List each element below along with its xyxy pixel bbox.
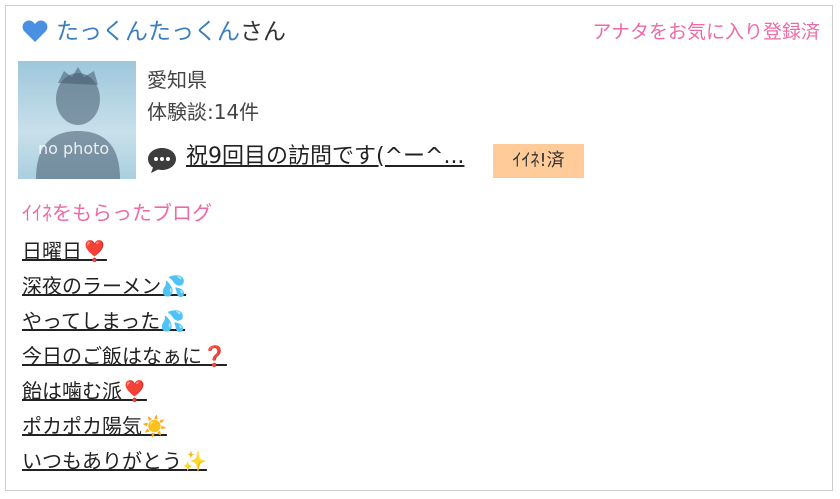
speech-bubble-icon <box>148 148 176 173</box>
iine-done-badge: ｲｲﾈ!済 <box>493 144 584 178</box>
blog-link[interactable]: ポカポカ陽気☀️ <box>22 414 167 438</box>
list-item: 飴は噛む派❣️ <box>22 376 227 411</box>
blog-link[interactable]: いつもありがとう✨ <box>22 449 207 473</box>
list-item: 深夜のラーメン💦 <box>22 271 227 306</box>
user-name: たっくんたっくんさん <box>56 16 286 48</box>
review-count: 体験談:14件 <box>147 100 260 124</box>
list-item: 日曜日❣️ <box>22 236 227 271</box>
blog-link[interactable]: 今日のご飯はなぁに❓ <box>22 344 227 368</box>
favorite-status: アナタをお気に入り登録済 <box>592 21 820 43</box>
liked-blogs-heading: ｲｲﾈをもらったブログ <box>22 201 212 225</box>
heart-icon <box>22 20 48 42</box>
silhouette-icon <box>36 67 120 179</box>
prefecture: 愛知県 <box>147 68 207 92</box>
list-item: いつもありがとう✨ <box>22 446 227 481</box>
user-card: たっくんたっくんさん アナタをお気に入り登録済 no photo 愛知県 体験談… <box>5 5 833 491</box>
blog-link[interactable]: 日曜日❣️ <box>22 239 107 263</box>
blog-link[interactable]: 深夜のラーメン💦 <box>22 274 186 298</box>
user-nickname-link[interactable]: たっくんたっくん <box>56 19 240 45</box>
blog-link[interactable]: 飴は噛む派❣️ <box>22 379 147 403</box>
visit-message-link[interactable]: 祝9回目の訪問です(^ー^... <box>186 141 464 173</box>
liked-blogs-list: 日曜日❣️ 深夜のラーメン💦 やってしまった💦 今日のご飯はなぁに❓ 飴は噛む派… <box>22 236 227 481</box>
blog-link[interactable]: やってしまった💦 <box>22 309 185 333</box>
profile-photo[interactable]: no photo <box>18 61 136 179</box>
name-suffix: さん <box>240 19 286 45</box>
card-header: たっくんたっくんさん アナタをお気に入り登録済 <box>20 16 820 50</box>
list-item: 今日のご飯はなぁに❓ <box>22 341 227 376</box>
no-photo-label: no photo <box>38 139 110 158</box>
list-item: やってしまった💦 <box>22 306 227 341</box>
list-item: ポカポカ陽気☀️ <box>22 411 227 446</box>
